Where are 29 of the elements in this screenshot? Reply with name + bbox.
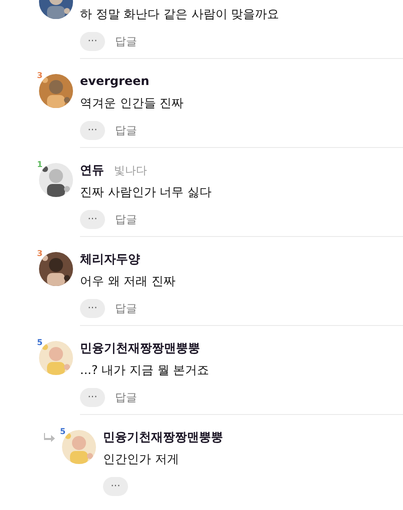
more-button[interactable]: ··· — [80, 210, 105, 228]
more-button[interactable]: ··· — [80, 298, 105, 318]
reply-arrow-icon — [44, 433, 55, 442]
comment-text: 인간인가 저게 — [103, 451, 180, 468]
more-button[interactable]: ··· — [80, 388, 105, 406]
level-label: 3 — [37, 71, 43, 80]
comment-text: 역겨운 인간들 진짜 — [80, 95, 185, 112]
user-name[interactable]: 체리자두양 — [80, 250, 140, 268]
reply-link[interactable]: 답글 — [115, 122, 137, 138]
comment-text: ...? 내가 지금 뭘 본거죠 — [80, 362, 210, 379]
reply-link[interactable]: 답글 — [115, 34, 137, 48]
level-label: 3 — [37, 249, 43, 258]
level-label: 5 — [60, 427, 66, 436]
comment-text: 하 정말 화난다 같은 사람이 맞을까요 — [80, 6, 280, 23]
user-name[interactable]: 민융기천재짱짱맨뿡뿡 — [80, 340, 200, 356]
user-name[interactable]: 연듀 — [80, 162, 104, 178]
more-button[interactable]: ··· — [80, 32, 105, 50]
comment-text: 어우 왜 저래 진짜 — [80, 273, 176, 290]
more-button[interactable]: ··· — [103, 476, 128, 496]
comment-text: 진짜 사람인가 너무 싫다 — [80, 184, 212, 201]
reply-link[interactable]: 답글 — [115, 300, 137, 316]
reply-link[interactable]: 답글 — [115, 212, 137, 226]
reply-link[interactable]: 답글 — [115, 390, 137, 404]
level-label: 5 — [37, 338, 43, 347]
user-name[interactable]: evergreen — [80, 74, 150, 88]
more-button[interactable]: ··· — [80, 120, 105, 140]
user-name[interactable]: 민융기천재짱짱맨뿡뿡 — [103, 428, 223, 446]
level-label: 1 — [37, 160, 43, 169]
user-tag: 빛나다 — [114, 162, 147, 178]
